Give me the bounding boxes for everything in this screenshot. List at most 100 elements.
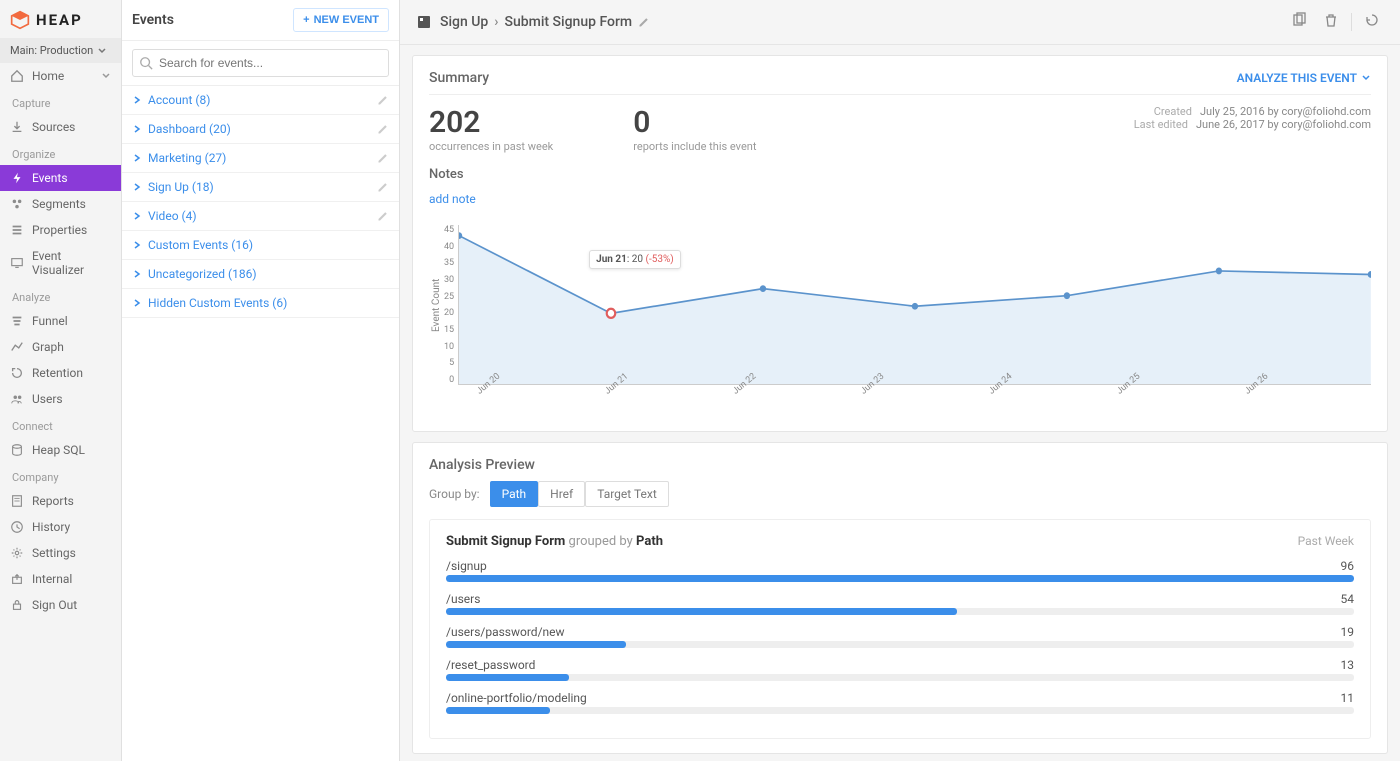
chart-tooltip: Jun 21: 20 (-53%) [589, 250, 681, 269]
nav-item-label: Sign Out [32, 598, 111, 612]
nav-item-label: Events [32, 171, 111, 185]
event-category[interactable]: Uncategorized (186) [122, 260, 399, 289]
stat-occurrences-label: occurrences in past week [429, 140, 553, 153]
nav-item-graph[interactable]: Graph [0, 334, 121, 360]
chart-y-ticks: 454035302520151050 [444, 225, 458, 385]
bolt-icon [10, 171, 24, 185]
event-category[interactable]: Account (8) [122, 86, 399, 115]
logo-text: HEAP [36, 11, 83, 29]
nav-home-label: Home [32, 69, 64, 83]
analysis-bar-row: /reset_password13 [446, 658, 1354, 681]
nav-item-users[interactable]: Users [0, 386, 121, 412]
event-category[interactable]: Custom Events (16) [122, 231, 399, 260]
stat-reports-value: 0 [633, 105, 756, 140]
chevron-right-icon [132, 95, 142, 105]
event-category[interactable]: Hidden Custom Events (6) [122, 289, 399, 318]
edit-icon[interactable] [377, 210, 389, 222]
environment-label: Main: Production [10, 44, 93, 57]
db-icon [10, 443, 24, 457]
breadcrumb-current: Submit Signup Form [505, 14, 633, 30]
nav-item-label: Settings [32, 546, 111, 560]
events-search-input[interactable] [132, 49, 389, 77]
breadcrumb-parent[interactable]: Sign Up [440, 14, 488, 30]
add-note-link[interactable]: add note [429, 192, 476, 206]
nav-item-sign-out[interactable]: Sign Out [0, 592, 121, 618]
properties-icon [10, 223, 24, 237]
chevron-right-icon [132, 182, 142, 192]
nav-item-retention[interactable]: Retention [0, 360, 121, 386]
topbar: Sign Up › Submit Signup Form [400, 0, 1400, 45]
edit-icon[interactable] [377, 123, 389, 135]
meta-created-value: July 25, 2016 by cory@foliohd.com [1200, 105, 1371, 118]
edit-icon[interactable] [638, 16, 650, 28]
groupby-tab-href[interactable]: Href [538, 481, 585, 507]
retention-icon [10, 366, 24, 380]
event-category[interactable]: Dashboard (20) [122, 115, 399, 144]
tooltip-delta: (-53%) [646, 254, 674, 265]
edit-icon[interactable] [377, 152, 389, 164]
analysis-bar-row: /online-portfolio/modeling11 [446, 691, 1354, 714]
nav-item-events[interactable]: Events [0, 165, 121, 191]
nav-item-segments[interactable]: Segments [0, 191, 121, 217]
nav-home[interactable]: Home [0, 63, 121, 89]
chevron-down-icon [1361, 73, 1371, 83]
main-content: Sign Up › Submit Signup Form Summary ANA… [400, 0, 1400, 761]
nav-section-head: Analyze [0, 283, 121, 308]
summary-title: Summary [429, 70, 489, 86]
chevron-right-icon [132, 269, 142, 279]
nav-item-label: Event Visualizer [32, 249, 111, 277]
nav-item-label: Funnel [32, 314, 111, 328]
stat-occurrences-value: 202 [429, 105, 553, 140]
preview-grouped-by-text: grouped by [569, 534, 633, 549]
analyze-event-link[interactable]: ANALYZE THIS EVENT [1237, 71, 1371, 85]
nav-item-history[interactable]: History [0, 514, 121, 540]
meta-edited-label: Last edited [1134, 118, 1188, 131]
bar-count: 13 [1341, 658, 1355, 672]
meta-edited-value: June 26, 2017 by cory@foliohd.com [1196, 118, 1371, 131]
logo: HEAP [0, 0, 121, 38]
edit-icon[interactable] [377, 94, 389, 106]
internal-icon [10, 572, 24, 586]
chevron-right-icon [132, 124, 142, 134]
edit-icon[interactable] [377, 181, 389, 193]
stat-reports: 0 reports include this event [633, 105, 756, 153]
download-icon [10, 120, 24, 134]
nav-item-event-visualizer[interactable]: Event Visualizer [0, 243, 121, 283]
chart-y-axis-label: Event Count [429, 225, 444, 385]
bar-count: 96 [1341, 559, 1355, 573]
bar-count: 54 [1341, 592, 1355, 606]
nav-item-label: Heap SQL [32, 443, 111, 457]
nav-item-label: Internal [32, 572, 111, 586]
groupby-tab-path[interactable]: Path [490, 481, 539, 507]
event-category[interactable]: Marketing (27) [122, 144, 399, 173]
nav-item-funnel[interactable]: Funnel [0, 308, 121, 334]
environment-selector[interactable]: Main: Production [0, 38, 121, 63]
nav-item-reports[interactable]: Reports [0, 488, 121, 514]
copy-icon[interactable] [1287, 8, 1311, 36]
event-category-label: Account (8) [148, 93, 210, 107]
nav-item-heap-sql[interactable]: Heap SQL [0, 437, 121, 463]
meta-created-label: Created [1154, 105, 1192, 118]
groupby-tab-target-text[interactable]: Target Text [585, 481, 669, 507]
nav-item-settings[interactable]: Settings [0, 540, 121, 566]
bar-path: /users [446, 592, 480, 606]
analyze-event-label: ANALYZE THIS EVENT [1237, 71, 1357, 85]
delete-icon[interactable] [1319, 8, 1343, 36]
new-event-button[interactable]: + NEW EVENT [293, 8, 389, 32]
event-category[interactable]: Video (4) [122, 202, 399, 231]
preview-group-field: Path [636, 534, 663, 549]
revert-icon[interactable] [1360, 8, 1384, 36]
nav-item-internal[interactable]: Internal [0, 566, 121, 592]
nav-item-properties[interactable]: Properties [0, 217, 121, 243]
event-category[interactable]: Sign Up (18) [122, 173, 399, 202]
events-title: Events [132, 12, 174, 28]
event-meta: Created July 25, 2016 by cory@foliohd.com… [1134, 105, 1371, 153]
chevron-right-icon [132, 211, 142, 221]
nav-item-label: History [32, 520, 111, 534]
graph-icon [10, 340, 24, 354]
stat-reports-label: reports include this event [633, 140, 756, 153]
summary-card: Summary ANALYZE THIS EVENT 202 occurrenc… [412, 55, 1388, 432]
nav-section-head: Capture [0, 89, 121, 114]
nav-item-sources[interactable]: Sources [0, 114, 121, 140]
users-icon [10, 392, 24, 406]
